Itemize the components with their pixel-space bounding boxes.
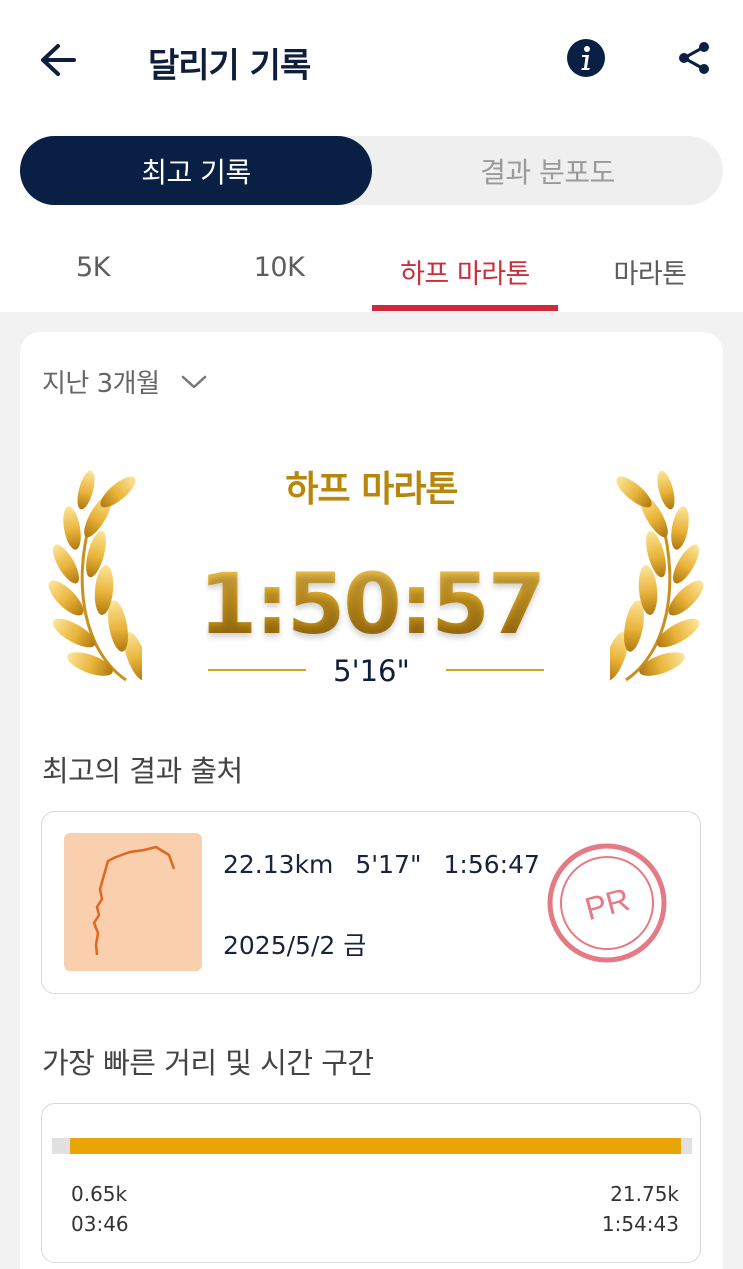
segment-end-distance: 21.75k <box>610 1182 679 1206</box>
fastest-segment-card <box>41 1103 701 1263</box>
pr-badge: PR <box>547 843 667 963</box>
arrow-left-icon <box>41 44 76 76</box>
period-dropdown[interactable]: 지난 3개월 <box>42 363 208 400</box>
tab-marathon[interactable]: 마라톤 <box>557 236 743 312</box>
result-pace: 5'17" <box>355 850 422 879</box>
segment-start-distance: 0.65k <box>71 1182 128 1206</box>
active-tab-indicator <box>372 305 558 311</box>
result-date: 2025/5/2 금 <box>223 931 367 960</box>
info-button[interactable] <box>566 38 606 78</box>
best-time: 1:50:57 <box>0 555 743 653</box>
back-button[interactable] <box>36 38 80 82</box>
tab-10k[interactable]: 10K <box>186 236 372 312</box>
segment-start-time: 03:46 <box>71 1212 129 1236</box>
result-duration: 1:56:47 <box>443 850 540 879</box>
share-button[interactable] <box>674 38 714 78</box>
segment-fill-bar <box>70 1138 681 1154</box>
view-toggle: 최고 기록 결과 분포도 <box>20 136 723 205</box>
app-header: 달리기 기록 <box>0 0 743 118</box>
route-map-thumbnail <box>64 833 202 971</box>
distance-tabs: 5K 10K 하프 마라톤 마라톤 <box>0 236 743 312</box>
best-distance-label: 하프 마라톤 <box>285 469 458 510</box>
page-title: 달리기 기록 <box>148 46 311 86</box>
share-icon <box>679 42 709 74</box>
route-path-icon <box>92 845 176 956</box>
source-section-title: 최고의 결과 출처 <box>42 754 243 788</box>
period-label: 지난 3개월 <box>42 369 160 399</box>
best-pace: 5'16" <box>333 654 410 688</box>
result-distance: 22.13km <box>223 850 334 879</box>
tab-half-marathon[interactable]: 하프 마라톤 <box>372 236 558 312</box>
fastest-section-title: 가장 빠른 거리 및 시간 구간 <box>42 1046 374 1080</box>
segment-end-time: 1:54:43 <box>601 1212 679 1236</box>
info-circle-icon <box>567 39 605 77</box>
result-stats: 22.13km 5'17" 1:56:47 <box>223 850 540 879</box>
segment-best-record[interactable]: 최고 기록 <box>20 136 372 205</box>
chevron-down-icon <box>181 375 206 388</box>
tab-5k[interactable]: 5K <box>0 236 186 312</box>
segment-distribution[interactable]: 결과 분포도 <box>372 136 723 205</box>
